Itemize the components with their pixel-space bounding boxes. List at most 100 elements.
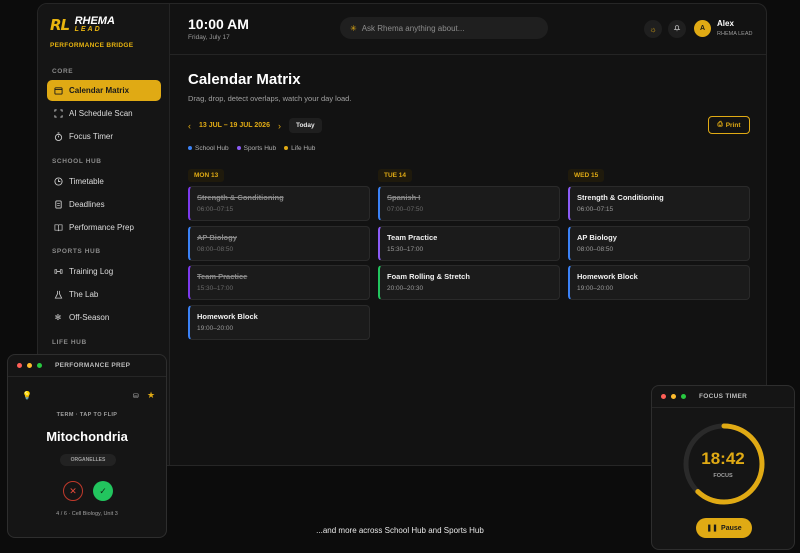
event-time: 19:00–20:00: [577, 285, 614, 292]
lightbulb-icon: 💡: [22, 391, 32, 400]
sidebar-item-label: Off-Season: [69, 313, 110, 322]
sidebar-item-ai-schedule-scan[interactable]: AI Schedule Scan: [47, 103, 161, 124]
logo: RL RHEMA LEAD: [50, 16, 115, 35]
timer-time: 18:42: [701, 449, 745, 468]
close-dot[interactable]: [661, 394, 666, 399]
event-time: 08:00–08:50: [197, 246, 234, 253]
event-title: Team Practice: [387, 233, 438, 242]
sidebar-item-focus-timer[interactable]: Focus Timer: [47, 126, 161, 147]
legend-label: School Hub: [195, 145, 229, 152]
theme-toggle-button[interactable]: ☼: [644, 20, 662, 38]
bell-icon: [673, 24, 681, 34]
sidebar-item-deadlines[interactable]: Deadlines: [47, 194, 161, 215]
today-button[interactable]: Today: [288, 118, 322, 133]
performance-prep-window: PERFORMANCE PREP 💡 ⛁ ★ TERM · TAP TO FLI…: [7, 354, 167, 538]
event-time: 20:00–20:30: [387, 285, 424, 292]
event-card[interactable]: Strength & Conditioning 06:00–07:15: [188, 186, 370, 221]
user-role: RHEMA LEAD: [717, 31, 753, 37]
day-column-wed: WED 15 Strength & Conditioning 06:00–07:…: [568, 164, 751, 300]
print-button[interactable]: ⎙ Print: [708, 116, 750, 134]
window-titlebar: PERFORMANCE PREP: [8, 355, 166, 377]
sun-icon: ☼: [649, 24, 657, 34]
maximize-dot[interactable]: [681, 394, 686, 399]
event-card[interactable]: Strength & Conditioning 06:00–07:15: [568, 186, 750, 221]
sparkle-icon: ✳: [350, 23, 357, 33]
sidebar-item-label: Timetable: [69, 177, 104, 186]
incorrect-button[interactable]: ✕: [63, 481, 83, 501]
section-life-hub: LIFE HUB: [52, 339, 87, 346]
notifications-button[interactable]: [668, 20, 686, 38]
event-card[interactable]: Team Practice 15:30–17:00: [188, 265, 370, 300]
legend-item: Sports Hub: [236, 145, 276, 152]
logo-word: RHEMA: [74, 15, 115, 27]
legend-dot: [284, 146, 289, 151]
minimize-dot[interactable]: [27, 363, 32, 368]
event-card[interactable]: AP Biology 08:00–08:50: [188, 226, 370, 261]
window-title: PERFORMANCE PREP: [55, 362, 131, 369]
logo-word-lead: LEAD: [74, 26, 102, 33]
event-card[interactable]: Spanish I 07:00–07:50: [378, 186, 560, 221]
sidebar-item-timetable[interactable]: Timetable: [47, 171, 161, 192]
event-card[interactable]: AP Biology 08:00–08:50: [568, 226, 750, 261]
sidebar-item-training-log[interactable]: Training Log: [47, 261, 161, 282]
document-icon: [53, 200, 63, 210]
event-card[interactable]: Team Practice 15:30–17:00: [378, 226, 560, 261]
event-title: AP Biology: [577, 233, 617, 242]
legend: School Hub Sports Hub Life Hub: [188, 145, 315, 152]
chevron-right-icon[interactable]: ›: [278, 121, 281, 131]
dumbbell-icon: [53, 267, 63, 277]
user-name: Alex: [717, 19, 734, 28]
legend-dot: [236, 146, 241, 151]
event-time: 15:30–17:00: [197, 285, 234, 292]
minimize-dot[interactable]: [671, 394, 676, 399]
section-sports-hub: SPORTS HUB: [52, 248, 101, 255]
search-input[interactable]: ✳ Ask Rhema anything about...: [340, 17, 548, 39]
event-card[interactable]: Homework Block 19:00–20:00: [188, 305, 370, 340]
deck-icon[interactable]: ⛁: [133, 392, 139, 400]
chevron-left-icon[interactable]: ‹: [188, 121, 191, 131]
topbar: 10:00 AM Friday, July 17 ✳ Ask Rhema any…: [170, 4, 766, 55]
day-column-tue: TUE 14 Spanish I 07:00–07:50 Team Practi…: [378, 164, 561, 300]
sidebar-item-the-lab[interactable]: The Lab: [47, 284, 161, 305]
deck-progress: 4 / 6 · Cell Biology, Unit 3: [56, 511, 118, 517]
window-title: FOCUS TIMER: [699, 393, 748, 400]
flashcard-term[interactable]: Mitochondria: [8, 429, 166, 444]
event-time: 19:00–20:00: [197, 325, 234, 332]
event-title: Foam Rolling & Stretch: [387, 272, 470, 281]
event-title: Team Practice: [197, 272, 248, 281]
clock-date: Friday, July 17: [188, 34, 230, 41]
term-tag: ORGANELLES: [60, 454, 116, 466]
sidebar-item-label: Performance Prep: [69, 223, 134, 232]
page-title: Calendar Matrix: [188, 71, 301, 88]
timer-mode: FOCUS: [713, 473, 733, 479]
check-icon: ✓: [99, 485, 107, 496]
legend-label: Life Hub: [291, 145, 316, 152]
event-title: Homework Block: [197, 312, 258, 321]
sidebar-item-label: Calendar Matrix: [69, 86, 130, 95]
correct-button[interactable]: ✓: [93, 481, 113, 501]
close-dot[interactable]: [17, 363, 22, 368]
event-title: AP Biology: [197, 233, 237, 242]
legend-dot: [188, 146, 192, 151]
sidebar-item-performance-prep[interactable]: Performance Prep: [47, 217, 161, 238]
event-title: Strength & Conditioning: [197, 193, 284, 202]
event-time: 08:00–08:50: [577, 246, 614, 253]
page-subtitle: Drag, drop, detect overlaps, watch your …: [188, 94, 352, 103]
calendar-icon: [53, 86, 63, 96]
sidebar-item-calendar-matrix[interactable]: Calendar Matrix: [47, 80, 161, 101]
legend-item: Life Hub: [284, 145, 315, 152]
week-navigation: ‹ 13 JUL – 19 JUL 2026 › Today: [188, 118, 322, 133]
maximize-dot[interactable]: [37, 363, 42, 368]
week-range: 13 JUL – 19 JUL 2026: [199, 122, 270, 129]
section-core: CORE: [52, 68, 74, 75]
section-school-hub: SCHOOL HUB: [52, 158, 102, 165]
window-titlebar: FOCUS TIMER: [652, 386, 794, 408]
event-card[interactable]: Homework Block 19:00–20:00: [568, 265, 750, 300]
avatar[interactable]: A: [694, 20, 711, 37]
star-icon[interactable]: ★: [147, 390, 155, 401]
logo-mark: RL: [50, 16, 70, 34]
timer-icon: [53, 132, 63, 142]
event-card[interactable]: Foam Rolling & Stretch 20:00–20:30: [378, 265, 560, 300]
sidebar-item-off-season[interactable]: ✻ Off-Season: [47, 307, 161, 328]
printer-icon: ⎙: [717, 121, 723, 128]
